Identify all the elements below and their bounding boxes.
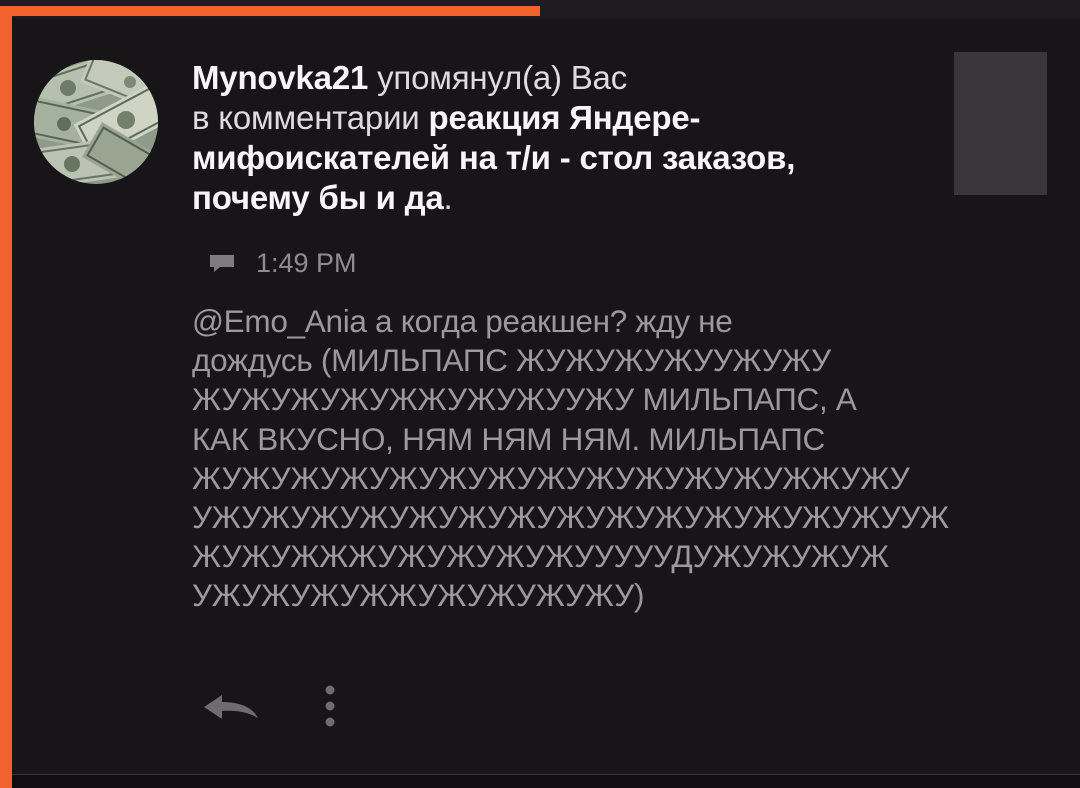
post-thumbnail[interactable] (954, 52, 1047, 195)
money-avatar-icon (34, 60, 158, 184)
unread-accent-bar (0, 16, 12, 788)
mention-action-text: упомянул(а) Вас (377, 59, 627, 96)
timestamp: 1:49 PM (256, 247, 357, 278)
more-options-button[interactable] (312, 680, 348, 732)
more-vertical-icon (325, 685, 335, 727)
notification-headline[interactable]: Mynovka21 упомянул(а) Вас в комментарии … (192, 58, 912, 218)
progress-accent-bar (0, 6, 540, 16)
comment-body: @Emo_Ania а когда реакшен? жду не дождус… (192, 303, 949, 614)
reply-icon (204, 695, 258, 719)
username[interactable]: Mynovka21 (192, 59, 368, 96)
mention-context-text: в комментарии (192, 99, 420, 136)
trailing-punctuation: . (443, 179, 453, 216)
reply-button[interactable] (198, 684, 262, 728)
user-avatar[interactable] (34, 60, 158, 184)
notification-meta: 1:49 PM (208, 246, 357, 280)
next-item-strip (12, 775, 1080, 788)
comment-icon (208, 253, 236, 273)
